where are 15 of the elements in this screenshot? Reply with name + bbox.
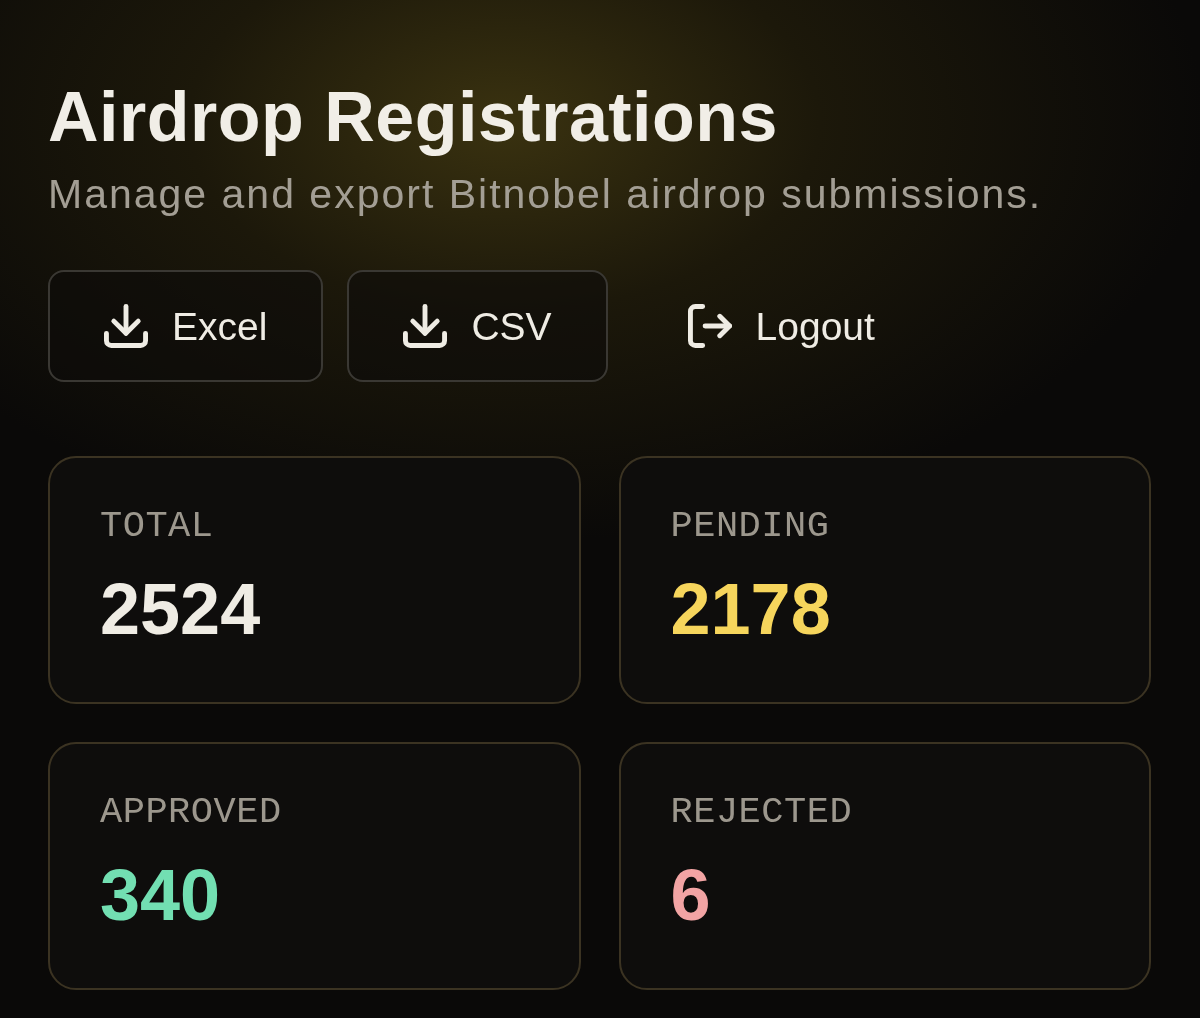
export-button[interactable]: Excel <box>48 270 324 382</box>
stat-value: 2178 <box>670 573 831 645</box>
stat-label: REJECTED <box>670 794 853 831</box>
stat-value: 2524 <box>100 573 261 645</box>
logout-icon <box>687 304 732 348</box>
logout-button[interactable]: Logout <box>631 270 931 382</box>
export-button[interactable]: CSV <box>347 270 608 382</box>
stat-label: TOTAL <box>100 508 214 545</box>
stat-label: PENDING <box>670 508 830 545</box>
stat-value: 6 <box>670 859 711 931</box>
stat-label: APPROVED <box>100 794 282 831</box>
page-subtitle: Manage and export Bitnobel airdrop submissions. <box>48 174 1043 215</box>
stat-value: 340 <box>100 859 221 931</box>
download-icon <box>104 304 148 348</box>
download-icon <box>403 304 448 348</box>
